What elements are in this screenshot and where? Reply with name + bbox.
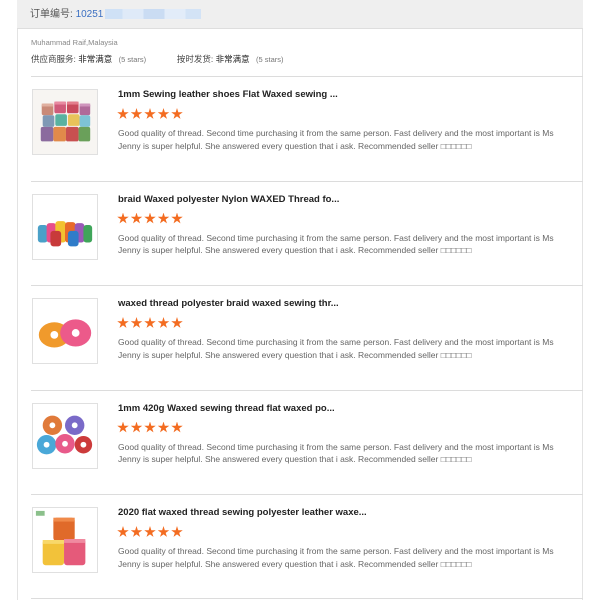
star-icon	[130, 212, 143, 224]
review-list: 1mm Sewing leather shoes Flat Waxed sewi…	[31, 76, 583, 599]
review-text: Good quality of thread. Second time purc…	[118, 337, 554, 360]
star-icon	[144, 526, 156, 537]
review-star-rating	[117, 212, 185, 226]
overall-ratings: 供应商服务: 非常满意 (5 stars) 按时发货: 非常满意 (5 star…	[31, 53, 284, 65]
supplier-service-value: 非常满意	[78, 54, 113, 64]
order-number-redacted	[105, 9, 202, 20]
star-icon	[157, 526, 170, 537]
product-title[interactable]: 1mm Sewing leather shoes Flat Waxed sewi…	[118, 89, 338, 100]
star-icon	[171, 212, 183, 224]
star-icon	[130, 421, 143, 433]
star-icon	[117, 317, 129, 328]
star-icon	[157, 317, 170, 328]
product-title[interactable]: 2020 flat waxed thread sewing polyester …	[118, 507, 367, 518]
review-item: waxed thread polyester braid waxed sewin…	[31, 285, 583, 390]
star-icon	[130, 317, 143, 328]
star-icon	[144, 317, 156, 328]
product-title[interactable]: braid Waxed polyester Nylon WAXED Thread…	[118, 194, 339, 205]
star-icon	[157, 212, 170, 224]
review-star-rating	[117, 316, 185, 330]
thread-spools-cluster-image[interactable]	[32, 402, 98, 469]
star-icon	[117, 108, 129, 119]
star-icon	[171, 421, 183, 433]
star-icon	[171, 108, 183, 119]
review-star-rating	[117, 421, 185, 435]
star-icon	[171, 526, 183, 537]
product-title[interactable]: waxed thread polyester braid waxed sewin…	[118, 298, 339, 309]
star-icon	[157, 421, 170, 433]
on-time-shipping-stars: (5 stars)	[256, 55, 284, 64]
star-icon	[157, 108, 170, 119]
order-number-link[interactable]: 10251	[76, 9, 104, 20]
review-item: 2020 flat waxed thread sewing polyester …	[31, 494, 583, 599]
star-icon	[130, 526, 143, 537]
order-header: 订单编号: 10251	[17, 0, 583, 29]
star-icon	[171, 317, 183, 328]
review-text: Good quality of thread. Second time purc…	[118, 546, 554, 569]
star-icon	[144, 108, 156, 119]
supplier-service-stars: (5 stars)	[118, 55, 147, 64]
review-text: Good quality of thread. Second time purc…	[118, 232, 554, 256]
buyer-name: Muhammad Raif,Malaysia	[31, 38, 118, 47]
review-item: braid Waxed polyester Nylon WAXED Thread…	[31, 180, 583, 286]
product-title[interactable]: 1mm 420g Waxed sewing thread flat waxed …	[118, 403, 335, 414]
order-number-label: 订单编号:	[30, 9, 73, 20]
review-item: 1mm Sewing leather shoes Flat Waxed sewi…	[31, 76, 583, 181]
star-icon	[117, 212, 129, 224]
review-text: Good quality of thread. Second time purc…	[118, 441, 554, 465]
star-icon	[117, 421, 129, 433]
thread-cones-row-image[interactable]	[32, 193, 98, 260]
star-icon	[130, 108, 143, 119]
thread-spools-pair-image[interactable]	[32, 298, 98, 364]
review-star-rating	[117, 525, 185, 539]
thread-spools-grid-image[interactable]	[32, 89, 98, 155]
review-star-rating	[117, 107, 185, 121]
review-item: 1mm 420g Waxed sewing thread flat waxed …	[31, 389, 583, 495]
star-icon	[117, 526, 129, 537]
star-icon	[144, 421, 156, 433]
star-icon	[144, 212, 156, 224]
review-text: Good quality of thread. Second time purc…	[118, 128, 554, 151]
on-time-shipping-label: 按时发货:	[176, 54, 214, 64]
supplier-service-label: 供应商服务:	[31, 54, 76, 64]
thread-cones-stack-image[interactable]	[32, 507, 98, 573]
on-time-shipping-value: 非常满意	[215, 54, 250, 64]
